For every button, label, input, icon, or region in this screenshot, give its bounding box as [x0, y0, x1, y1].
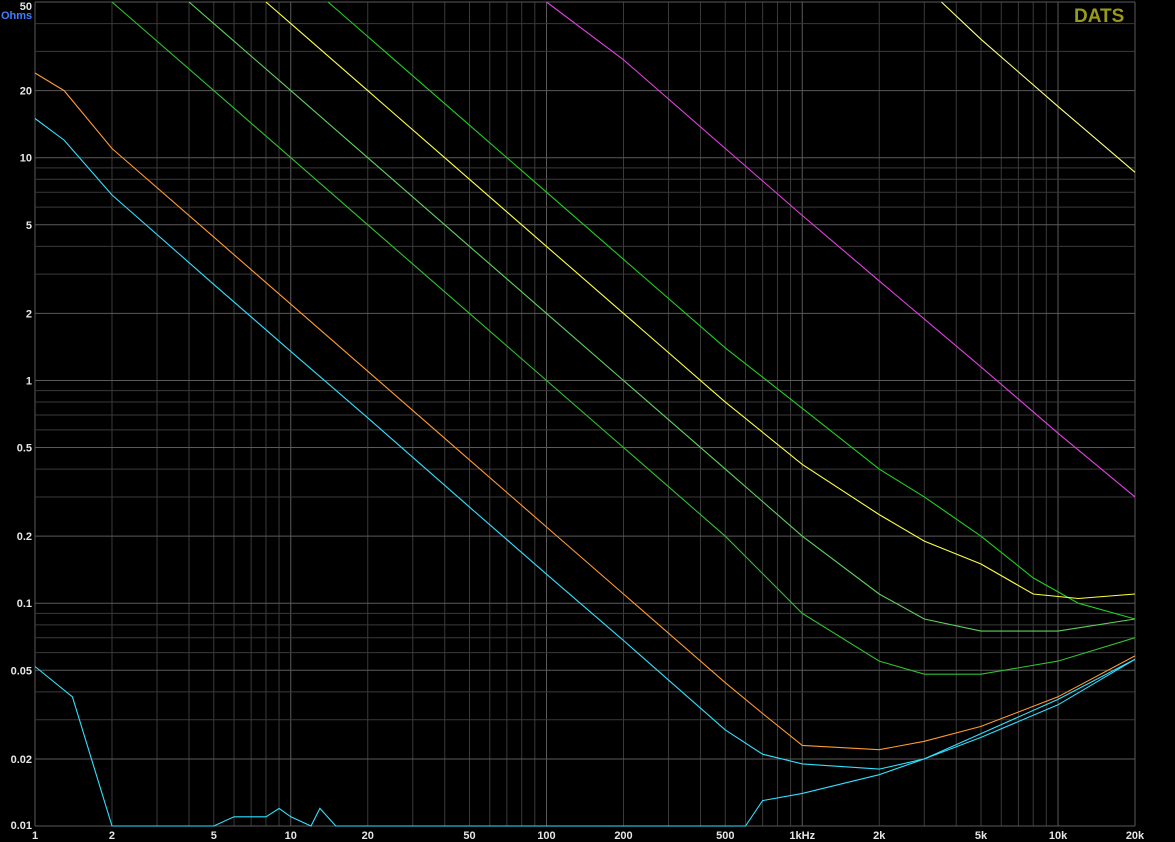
impedance-chart: 1 2 5 10 20 50 100 200 500 1kHz 2k 5k 10k 20k 50 20 10 5… — [1, 1, 1145, 842]
y-axis-unit-label: Ohms — [1, 10, 32, 22]
y-tick-label: 0.2 — [17, 531, 32, 543]
y-tick-label: 10 — [20, 153, 32, 165]
x-tick-label: 10 — [285, 830, 297, 842]
x-tick-label: 500 — [716, 830, 734, 842]
y-tick-label: 20 — [20, 86, 32, 98]
x-tick-label: 5 — [211, 830, 217, 842]
x-tick-label: 5k — [975, 830, 988, 842]
y-tick-label: 2 — [26, 308, 32, 320]
x-tick-label: 2k — [873, 830, 886, 842]
x-tick-label: 20k — [1126, 830, 1145, 842]
y-tick-label: 5 — [26, 220, 32, 232]
x-tick-label: 1kHz — [789, 830, 815, 842]
x-tick-label: 200 — [614, 830, 632, 842]
x-tick-label: 20 — [362, 830, 374, 842]
x-tick-labels: 1 2 5 10 20 50 100 200 500 1kHz 2k 5k 10k 20k — [32, 830, 1145, 842]
y-tick-label: 0.5 — [17, 443, 32, 455]
y-tick-label: 0.05 — [11, 665, 32, 677]
y-tick-label: 0.02 — [11, 754, 32, 766]
y-tick-label: 1 — [26, 375, 32, 387]
y-tick-label: 0.1 — [17, 598, 32, 610]
x-tick-label: 10k — [1049, 830, 1068, 842]
x-tick-label: 1 — [32, 830, 38, 842]
x-tick-label: 2 — [109, 830, 115, 842]
plot-background — [35, 2, 1140, 826]
x-tick-label: 100 — [537, 830, 555, 842]
x-tick-label: 50 — [463, 830, 475, 842]
y-tick-label: 0.01 — [11, 820, 32, 832]
y-tick-labels: 5020105210.50.20.10.050.020.01 — [11, 1, 32, 832]
dats-brand-logo: DATS — [1074, 6, 1124, 27]
